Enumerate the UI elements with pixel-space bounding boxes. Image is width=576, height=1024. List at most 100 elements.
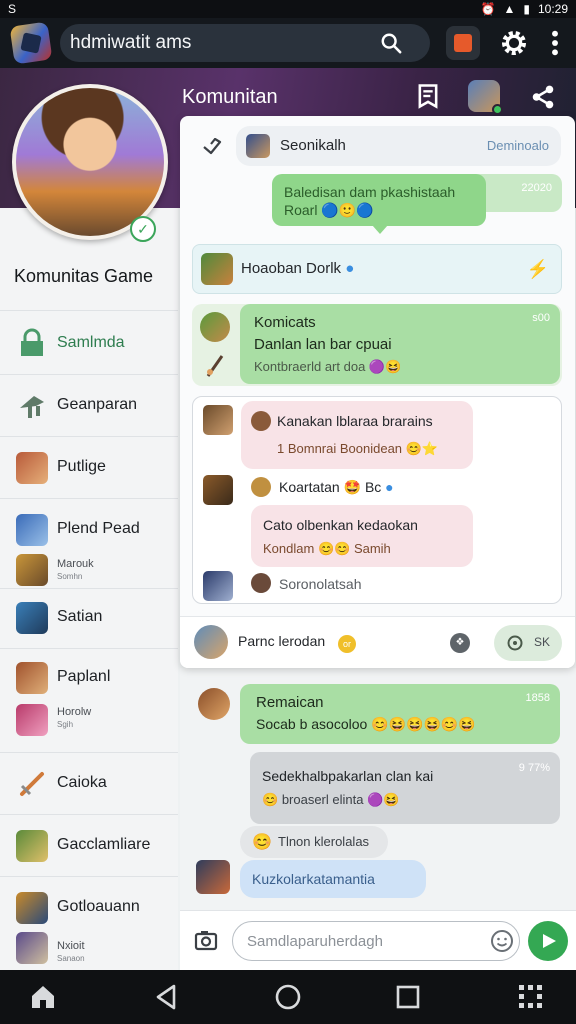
gear-icon[interactable] — [498, 27, 530, 59]
message-bubble[interactable]: Komicats Danlan lan bar cpuai Kontbraerl… — [240, 304, 560, 384]
lightning-icon: ⚡ — [526, 259, 549, 279]
sidebar-item-putlige[interactable]: Putlige — [0, 438, 178, 498]
verified-icon: ✓ — [130, 216, 156, 242]
list-item[interactable]: Hoaoban Dorlk ● ⚡ — [192, 244, 562, 294]
tree-icon — [20, 396, 44, 418]
back-icon[interactable] — [152, 982, 182, 1012]
home-circle-icon[interactable] — [273, 982, 303, 1012]
number-badge-icon[interactable]: ❖ — [450, 633, 470, 653]
reply-button[interactable]: SK — [494, 625, 562, 661]
send-button[interactable] — [528, 921, 568, 961]
divider — [0, 436, 178, 437]
camera-icon[interactable] — [194, 929, 218, 951]
divider — [0, 374, 178, 375]
divider — [0, 752, 178, 753]
message-time: 22020 — [521, 182, 552, 194]
emoji-icons: 🤩 — [343, 479, 362, 495]
app-logo-icon[interactable] — [9, 21, 53, 65]
sender-avatar — [200, 312, 230, 342]
message-bubble[interactable]: Remaican Socab b asocoloo 😊😆😆😆😊😆 1858 — [240, 684, 560, 744]
shopping-bag-icon — [454, 34, 472, 52]
sender-avatar — [198, 688, 230, 720]
divider — [0, 310, 178, 311]
notification-icon: S — [8, 2, 17, 16]
chat-card: Seonikalh Deminoalo 22020 Baledisan dam … — [180, 116, 575, 668]
check-edit-icon[interactable] — [202, 138, 222, 156]
search-input[interactable]: hdmiwatit ams — [60, 24, 430, 62]
clock: 10:29 — [537, 2, 568, 16]
contact-pill[interactable]: Seonikalh Deminoalo — [236, 126, 561, 166]
game-hero-art — [16, 88, 164, 236]
sender-avatar — [203, 571, 233, 601]
sidebar-title: Komunitas Game — [14, 266, 154, 286]
divider — [0, 876, 178, 877]
message-bubble[interactable]: Baledisan dam pkashistaah Roarl 🔵🙂🔵 — [272, 174, 486, 234]
divider — [0, 498, 178, 499]
game-avatar-icon — [201, 253, 233, 285]
game-avatar-icon — [16, 932, 48, 964]
game-avatar-icon — [16, 830, 48, 862]
emoji-icons: 🟣😆 — [368, 359, 402, 374]
verified-icon: ● — [345, 260, 355, 277]
message-bubble[interactable]: Kanakan lblaraa brarains 1 Bomnrai Booni… — [241, 401, 473, 469]
apps-grid-icon[interactable] — [516, 982, 546, 1012]
signal-icon: ▲ — [503, 2, 516, 16]
message-bubble[interactable]: 😊 Tlnon klerolalas — [240, 826, 388, 858]
message-input[interactable]: Samdlaparuherdagh — [232, 921, 520, 961]
game-avatar-icon — [16, 662, 48, 694]
game-avatar-icon — [16, 704, 48, 736]
message-line: 1 Bomnrai Boonidean 😊⭐ — [277, 441, 439, 456]
emoji-icons: 😊😆😆😆😊😆 — [371, 716, 476, 732]
mini-avatar — [251, 411, 271, 431]
game-avatar-icon — [16, 452, 48, 484]
sidebar-item-samlmda[interactable]: Samlmda — [0, 314, 178, 374]
message-line: Koartatan 🤩 Bc ● — [279, 479, 394, 495]
sidebar-item-satian[interactable]: Satian — [0, 588, 178, 648]
refresh-icon — [507, 635, 523, 651]
emoji-icons: 😊😊 — [317, 541, 351, 556]
message-bubble[interactable]: Sedekhalbpakarlan clan kai 😊 broaserl el… — [250, 752, 560, 824]
top-app-bar: hdmiwatit ams — [0, 18, 576, 68]
bookmark-icon[interactable] — [414, 82, 442, 110]
message-thread: Kanakan lblaraa brarains 1 Bomnrai Booni… — [192, 396, 562, 604]
message-bubble[interactable]: Cato olbenkan kedaokan Kondlam 😊😊 Samih — [251, 505, 473, 567]
sidebar-item-gacclamliare[interactable]: Gacclamliare — [0, 816, 178, 876]
emoji-icons: 😊⭐ — [405, 441, 439, 456]
status-bar: S ⏰ ▲ ▮ 10:29 — [0, 0, 576, 18]
sidebar-item-nxioit[interactable]: Nxioit Sanaon — [0, 926, 178, 970]
message-group: Komicats Danlan lan bar cpuai Kontbraerl… — [192, 304, 562, 386]
home-icon[interactable] — [28, 982, 58, 1012]
user-avatar[interactable] — [194, 625, 228, 659]
page-title: Komunitan — [182, 86, 278, 108]
reply-bar: Parnc lerodan or ❖ SK — [180, 616, 575, 668]
game-avatar-icon — [16, 602, 48, 634]
sidebar-item-horolw[interactable]: Horolw Sgih — [0, 696, 178, 748]
system-nav-bar — [0, 970, 576, 1024]
message-line: Roarl 🔵🙂🔵 — [284, 202, 374, 218]
sidebar-item-geanparan[interactable]: Geanparan — [0, 376, 178, 436]
message-line: Socab b asocoloo 😊😆😆😆😊😆 — [256, 716, 476, 732]
sword-icon — [20, 772, 44, 796]
verified-icon: ● — [385, 479, 394, 495]
alarm-icon: ⏰ — [480, 2, 496, 16]
mini-avatar — [251, 477, 271, 497]
shop-button[interactable] — [446, 26, 480, 60]
emoji-icon[interactable] — [490, 929, 514, 953]
sidebar: Komunitas Game Samlmda Geanparan Putlige… — [0, 208, 178, 970]
search-icon[interactable] — [380, 32, 402, 54]
user-avatar[interactable] — [468, 80, 503, 115]
message-line: Kontbraerld art doa 🟣😆 — [254, 359, 402, 374]
sender-avatar — [196, 860, 230, 894]
message-bubble[interactable]: Kuzkolarkatamantia — [240, 860, 426, 898]
pen-icon — [206, 355, 224, 377]
message-line: Kondlam 😊😊 Samih — [263, 541, 391, 556]
share-icon[interactable] — [530, 84, 556, 110]
emoji-icons: 😊 — [262, 792, 279, 807]
sender-avatar — [203, 475, 233, 505]
sidebar-item-caioka[interactable]: Caioka — [0, 754, 178, 814]
recents-icon[interactable] — [393, 982, 423, 1012]
game-avatar-icon — [16, 892, 48, 924]
contact-avatar — [246, 134, 270, 158]
more-vert-icon[interactable] — [544, 27, 566, 59]
store-icon — [21, 328, 43, 356]
